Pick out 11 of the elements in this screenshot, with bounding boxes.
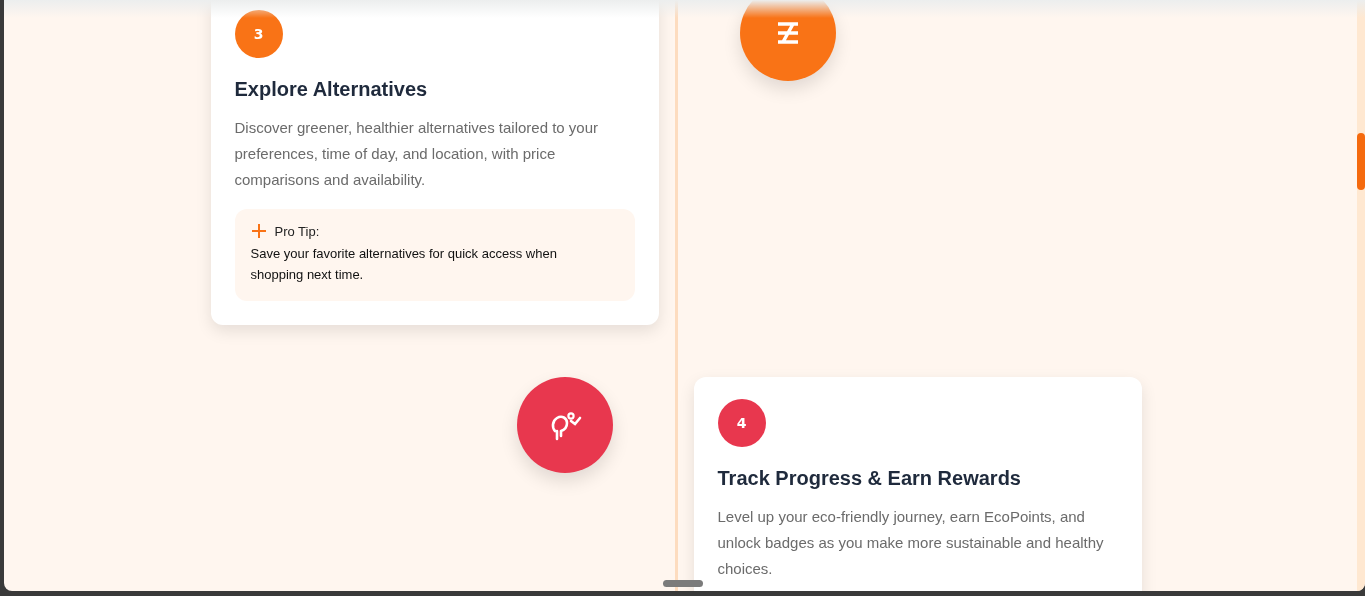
step-description: Discover greener, healthier alternatives tailored to your preferences, time of day, and location, with price comparisons and availability. [234, 118, 600, 190]
step-title: Track Progress & Earn Rewards [717, 467, 1022, 490]
step-description: Level up your eco-friendly journey, earn EcoPoints, and unlock badges as you make more sustainable and healthy choices. [717, 507, 1105, 579]
tip-label: Pro Tip: [274, 223, 320, 239]
drag-handle[interactable] [663, 580, 703, 587]
plus-icon [250, 223, 267, 239]
step-number: 4 [717, 399, 766, 447]
step-number: 3 [234, 10, 283, 58]
step-title: Explore Alternatives [234, 78, 429, 101]
tip-text: Save your favorite alternatives for quick access when shopping next time. [250, 245, 558, 284]
scrollbar-thumb[interactable] [1357, 133, 1365, 190]
